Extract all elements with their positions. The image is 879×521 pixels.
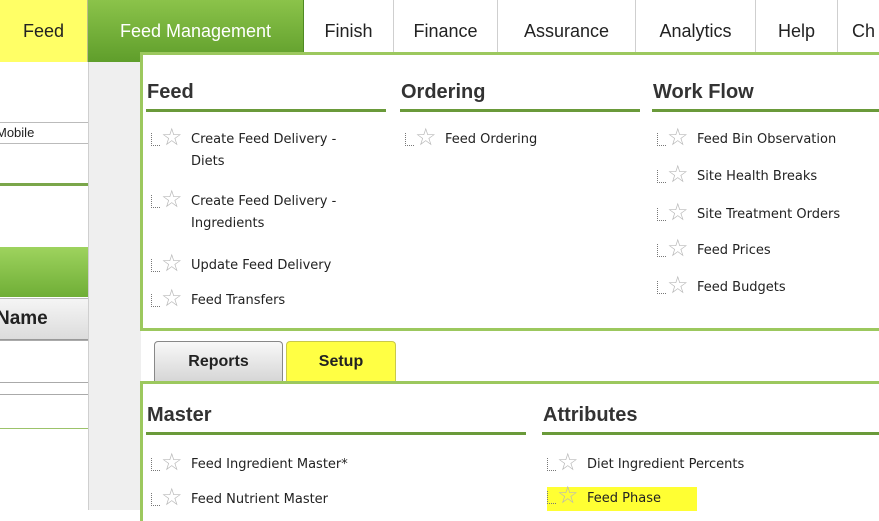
link-feed-prices[interactable]: ☆ Feed Prices	[657, 234, 879, 262]
star-icon[interactable]: ☆	[415, 123, 437, 151]
setup-links-panel: Master ☆ Feed Ingredient Master* ☆ Feed …	[140, 381, 879, 521]
workflow-section-title: Work Flow	[653, 81, 754, 103]
section-rule	[400, 109, 640, 112]
tree-connector	[151, 133, 160, 146]
link-feed-transfers[interactable]: ☆ Feed Transfers	[151, 284, 381, 312]
star-icon[interactable]: ☆	[557, 481, 579, 509]
section-rule	[146, 432, 526, 435]
left-row-line	[0, 428, 88, 429]
link-diet-ingredient-percents[interactable]: ☆ Diet Ingredient Percents	[547, 448, 877, 476]
tab-setup[interactable]: Setup	[286, 341, 396, 381]
link-feed-ordering[interactable]: ☆ Feed Ordering	[405, 123, 635, 151]
left-divider	[0, 183, 88, 186]
link-feed-ingredient-master[interactable]: ☆ Feed Ingredient Master*	[151, 448, 521, 476]
link-feed-nutrient-master[interactable]: ☆ Feed Nutrient Master	[151, 483, 521, 511]
star-icon[interactable]: ☆	[667, 271, 689, 299]
section-rule	[652, 109, 879, 112]
mobile-field[interactable]: Mobile	[0, 122, 88, 144]
ordering-section-title: Ordering	[401, 81, 486, 103]
star-icon[interactable]: ☆	[667, 198, 689, 226]
tree-connector	[547, 491, 556, 504]
tree-connector	[151, 259, 160, 272]
tree-connector	[151, 458, 160, 471]
tree-connector	[657, 133, 666, 146]
tree-connector	[657, 281, 666, 294]
tree-connector	[657, 208, 666, 221]
star-icon[interactable]: ☆	[557, 448, 579, 476]
link-update-feed-delivery[interactable]: ☆ Update Feed Delivery	[151, 249, 381, 277]
attributes-section-title: Attributes	[543, 404, 638, 426]
link-site-health-breaks[interactable]: ☆ Site Health Breaks	[657, 160, 879, 188]
tree-connector	[657, 170, 666, 183]
tree-connector	[151, 294, 160, 307]
link-site-treatment-orders[interactable]: ☆ Site Treatment Orders	[657, 198, 879, 226]
tree-connector	[405, 133, 414, 146]
star-icon[interactable]: ☆	[667, 234, 689, 262]
tree-connector	[657, 244, 666, 257]
star-icon[interactable]: ☆	[667, 160, 689, 188]
star-icon[interactable]: ☆	[667, 123, 689, 151]
left-row-line	[0, 382, 88, 383]
section-rule	[146, 109, 386, 112]
tree-connector	[151, 195, 160, 208]
link-create-feed-delivery-diets[interactable]: ☆ Create Feed Delivery - Diets	[151, 123, 381, 173]
menu-feed[interactable]: Feed	[0, 0, 88, 62]
star-icon[interactable]: ☆	[161, 185, 183, 213]
name-column-header[interactable]: Name	[0, 298, 88, 340]
feed-links-panel: Feed ☆ Create Feed Delivery - Diets ☆ Cr…	[140, 52, 879, 331]
tree-connector	[547, 458, 556, 471]
star-icon[interactable]: ☆	[161, 123, 183, 151]
star-icon[interactable]: ☆	[161, 249, 183, 277]
left-row-line	[0, 340, 88, 341]
star-icon[interactable]: ☆	[161, 448, 183, 476]
left-green-header	[0, 247, 88, 297]
section-rule	[542, 432, 879, 435]
tree-connector	[151, 493, 160, 506]
star-icon[interactable]: ☆	[161, 483, 183, 511]
link-create-feed-delivery-ingredients[interactable]: ☆ Create Feed Delivery - Ingredients	[151, 185, 381, 235]
master-section-title: Master	[147, 404, 212, 426]
tab-reports[interactable]: Reports	[154, 341, 283, 381]
link-feed-bin-observation[interactable]: ☆ Feed Bin Observation	[657, 123, 879, 151]
link-feed-phase[interactable]: ☆ Feed Phase	[547, 481, 697, 511]
link-feed-budgets[interactable]: ☆ Feed Budgets	[657, 271, 879, 299]
gray-gutter	[88, 62, 141, 510]
feed-section-title: Feed	[147, 81, 194, 103]
star-icon[interactable]: ☆	[161, 284, 183, 312]
left-row-line	[0, 394, 88, 395]
